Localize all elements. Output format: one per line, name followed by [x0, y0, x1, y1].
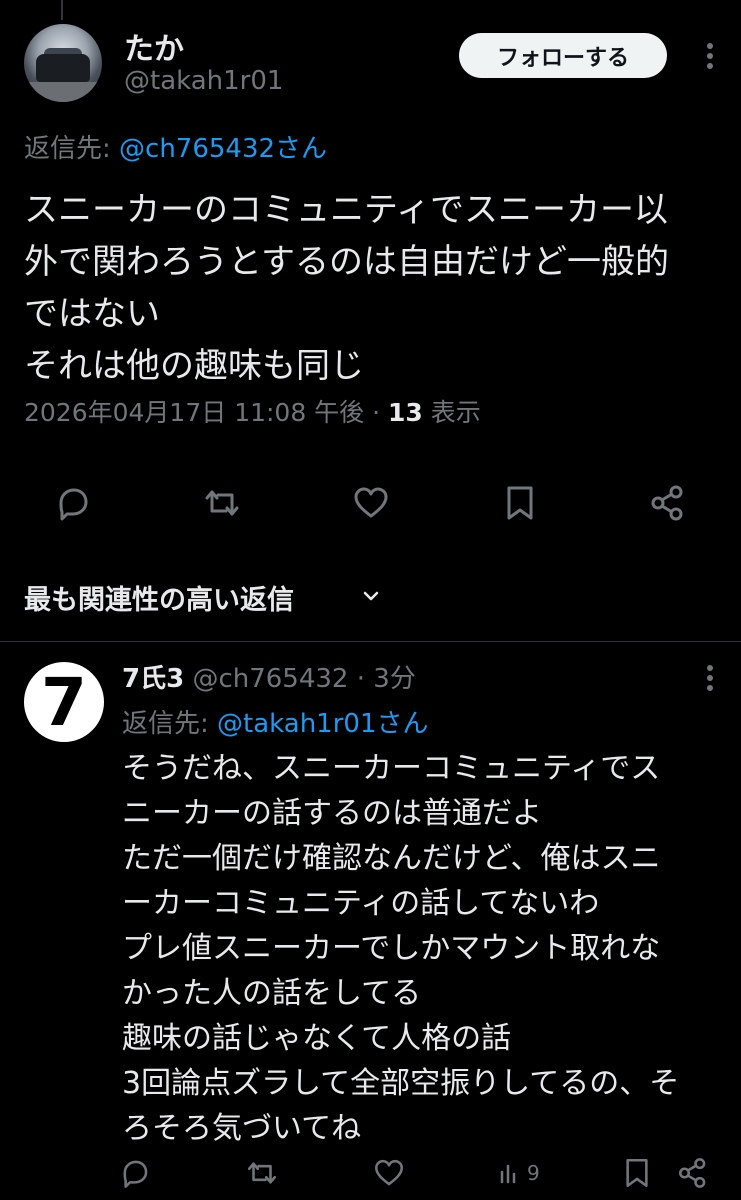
share-icon[interactable]	[648, 483, 688, 523]
bookmark-icon[interactable]	[500, 483, 540, 523]
views-count: 13	[388, 398, 423, 427]
follow-button[interactable]: フォローする	[459, 33, 667, 78]
retweet-icon[interactable]	[245, 1156, 279, 1190]
bookmark-icon[interactable]	[620, 1156, 654, 1190]
tweet-timestamp[interactable]: 2026年04月17日 11:08 午後	[24, 398, 364, 427]
reply-to-mention[interactable]: @takah1r01さん	[217, 709, 428, 739]
user-handle[interactable]: @takah1r01	[124, 66, 283, 96]
reply-to-mention[interactable]: @ch765432さん	[119, 134, 327, 164]
divider	[0, 641, 741, 642]
reply-views-count: 9	[527, 1161, 540, 1185]
retweet-icon[interactable]	[202, 483, 242, 523]
like-icon[interactable]	[351, 483, 391, 523]
like-icon[interactable]	[372, 1156, 406, 1190]
chevron-down-icon[interactable]	[360, 585, 382, 607]
thread-line	[61, 0, 63, 20]
reply-sort-label[interactable]: 最も関連性の高い返信	[24, 578, 294, 617]
tweet-text: スニーカーのコミュニティでスニーカー以 外で関わろうとするのは自由だけど一般的 …	[24, 190, 669, 386]
user-avatar[interactable]	[24, 24, 102, 102]
views-button[interactable]: 9	[497, 1156, 540, 1190]
reply-to-prefix: 返信先:	[122, 709, 218, 739]
more-options-icon[interactable]	[690, 36, 730, 76]
reply-time[interactable]: · 3分	[348, 664, 416, 694]
reply-header: 7氏3 @ch765432 · 3分	[122, 658, 416, 695]
reply-action-bar: 9	[0, 1156, 741, 1196]
meta-separator: ·	[364, 398, 389, 427]
reply-avatar[interactable]: 7	[24, 662, 104, 742]
reply-text: そうだね、スニーカーコミュニティでス ニーカーの話するのは普通だよ ただ一個だけ…	[122, 751, 680, 1146]
more-options-icon[interactable]	[690, 660, 730, 696]
user-display-name[interactable]: たか	[124, 24, 184, 68]
views-icon	[500, 1164, 516, 1184]
reply-to-line: 返信先: @ch765432さん	[24, 128, 327, 165]
tweet-meta: 2026年04月17日 11:08 午後 · 13 表示	[24, 393, 481, 429]
reply-icon[interactable]	[118, 1156, 152, 1190]
share-icon[interactable]	[676, 1156, 710, 1190]
reply-icon[interactable]	[53, 483, 93, 523]
reply-handle[interactable]: @ch765432	[184, 664, 348, 694]
reply-to-prefix: 返信先:	[24, 134, 120, 164]
tweet-action-bar	[0, 478, 741, 528]
views-label: 表示	[422, 398, 481, 427]
reply-display-name[interactable]: 7氏3	[122, 664, 184, 694]
reply-to-line: 返信先: @takah1r01さん	[122, 703, 429, 740]
